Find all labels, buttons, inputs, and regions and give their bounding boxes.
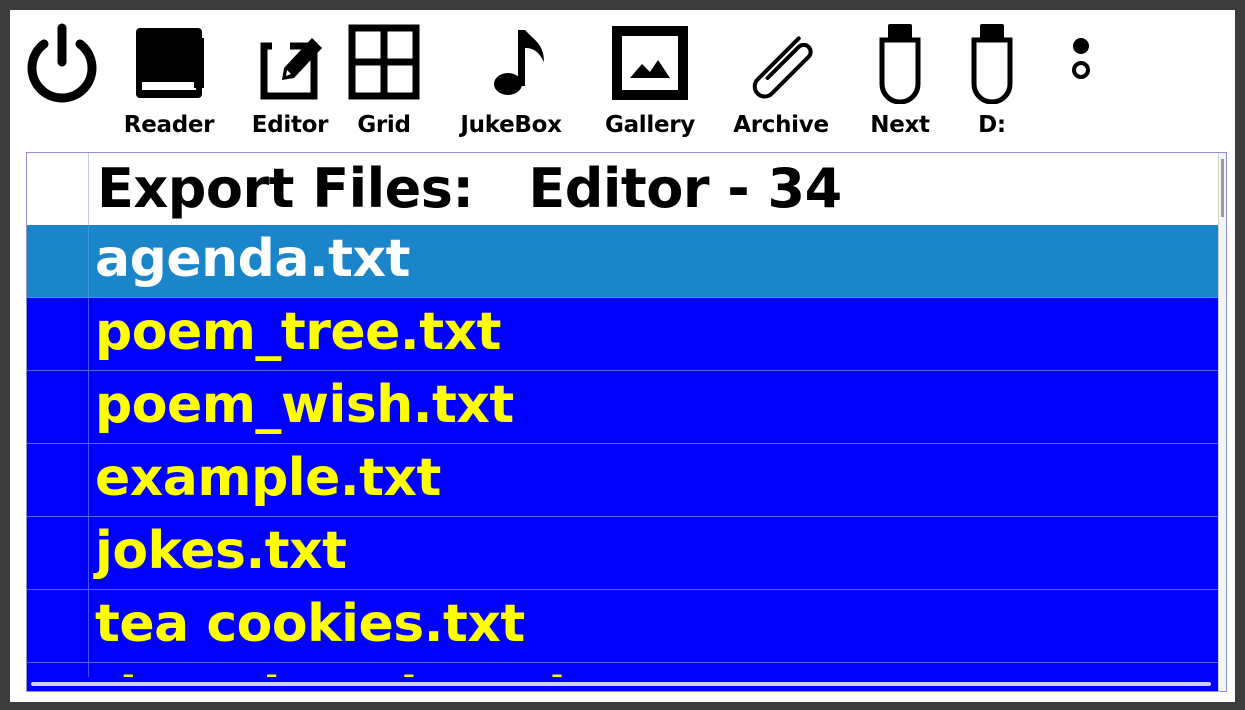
file-row[interactable]: poem_wish.txt — [27, 371, 1220, 444]
horizontal-scrollbar[interactable] — [27, 677, 1220, 691]
row-gutter — [27, 444, 89, 516]
editor-button[interactable]: Editor — [238, 10, 342, 152]
grid-button[interactable]: Grid — [346, 10, 422, 152]
file-row[interactable]: jokes.txt — [27, 517, 1220, 590]
book-icon — [136, 28, 204, 98]
jukebox-label: JukeBox — [460, 112, 562, 138]
row-gutter — [27, 590, 89, 662]
picture-icon — [612, 26, 688, 100]
toolbar: Reader Editor Grid JukeBox Gallery Archi… — [10, 10, 1235, 152]
more-dots-icon — [1072, 38, 1090, 79]
edit-icon — [260, 38, 322, 100]
file-rows: agenda.txt poem_tree.txt poem_wish.txt e… — [27, 225, 1220, 691]
power-icon — [27, 23, 97, 103]
drive-d-label: D: — [978, 112, 1006, 138]
next-button[interactable]: Next — [858, 10, 942, 152]
file-name: poem_tree.txt — [95, 302, 501, 362]
horizontal-scrollbar-track[interactable] — [31, 682, 1211, 686]
row-gutter — [27, 225, 89, 297]
reader-label: Reader — [123, 112, 215, 138]
vertical-scrollbar[interactable] — [1218, 153, 1226, 691]
header-gutter — [27, 153, 89, 225]
file-name: tea cookies.txt — [95, 594, 525, 654]
vertical-scrollbar-thumb[interactable] — [1221, 159, 1224, 217]
gallery-button[interactable]: Gallery — [598, 10, 702, 152]
row-gutter — [27, 371, 89, 443]
archive-label: Archive — [733, 112, 829, 138]
file-row[interactable]: poem_tree.txt — [27, 298, 1220, 371]
archive-button[interactable]: Archive — [722, 10, 840, 152]
list-header: Export Files: Editor - 34 — [27, 153, 1220, 225]
usb-drive-icon — [971, 24, 1013, 104]
grid-label: Grid — [357, 112, 411, 138]
jukebox-button[interactable]: JukeBox — [438, 10, 584, 152]
file-name: jokes.txt — [95, 521, 347, 581]
music-note-icon — [494, 30, 544, 95]
editor-label: Editor — [251, 112, 329, 138]
export-file-list: Export Files: Editor - 34 agenda.txt poe… — [26, 152, 1227, 692]
file-row[interactable]: example.txt — [27, 444, 1220, 517]
row-gutter — [27, 298, 89, 370]
list-title: Export Files: Editor - 34 — [97, 157, 842, 220]
paperclip-icon — [752, 36, 813, 99]
reader-button[interactable]: Reader — [114, 10, 224, 152]
next-label: Next — [870, 112, 930, 138]
app-window: Reader Editor Grid JukeBox Gallery Archi… — [0, 0, 1245, 710]
more-button[interactable] — [1056, 10, 1106, 152]
row-gutter — [27, 517, 89, 589]
file-row[interactable]: tea cookies.txt — [27, 590, 1220, 663]
file-name: example.txt — [95, 448, 441, 508]
file-name: agenda.txt — [95, 229, 410, 289]
drive-d-button[interactable]: D: — [956, 10, 1028, 152]
file-row[interactable]: agenda.txt — [27, 225, 1220, 298]
grid-icon — [348, 24, 420, 100]
gallery-label: Gallery — [604, 112, 695, 138]
file-name: poem_wish.txt — [95, 375, 514, 435]
power-button[interactable] — [22, 10, 102, 152]
usb-drive-icon — [879, 24, 921, 104]
